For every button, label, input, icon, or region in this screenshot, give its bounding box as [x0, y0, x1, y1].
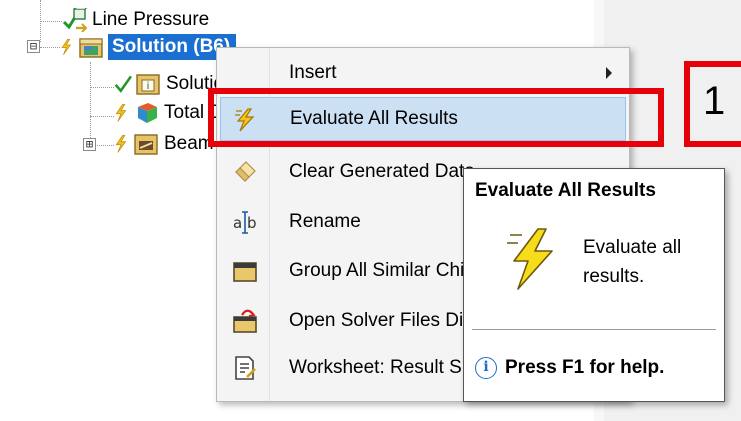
check-icon: [114, 75, 132, 93]
tree-item-label: Line Pressure: [92, 9, 210, 30]
menu-item-label: Insert: [289, 62, 337, 83]
tooltip: Evaluate All Results Evaluate all result…: [463, 168, 725, 402]
tree-connector: [90, 116, 114, 117]
tooltip-divider: [472, 329, 716, 330]
screenshot: Line Pressure ⊟ Solution (B6) i Solution…: [0, 0, 741, 421]
menu-item-label: Clear Generated Data: [289, 161, 475, 182]
rename-icon: a b: [233, 211, 257, 234]
worksheet-icon: [235, 356, 256, 380]
tree-item-solution[interactable]: Solution (B6): [60, 34, 237, 60]
tree-connector: [90, 87, 114, 88]
lightning-icon: [115, 104, 127, 122]
highlight-box-evaluate: [208, 88, 664, 147]
collapse-toggle[interactable]: ⊟: [27, 40, 40, 53]
eraser-icon: [235, 161, 256, 182]
lightning-icon: [507, 228, 553, 290]
lightning-icon: [115, 135, 127, 153]
submenu-arrow-icon: [606, 67, 612, 79]
tree-connector: [40, 21, 62, 22]
beam-tool-icon: [134, 134, 158, 155]
tooltip-body: Evaluate all results.: [583, 237, 682, 287]
tooltip-help: i Press F1 for help.: [475, 357, 664, 379]
tooltip-title: Evaluate All Results: [475, 180, 656, 201]
tree-connector: [97, 145, 114, 146]
solution-icon: [79, 38, 103, 58]
folder-icon: [233, 262, 257, 282]
open-folder-icon: [233, 309, 257, 333]
info-icon: i: [475, 357, 497, 379]
total-deformation-icon: [138, 103, 157, 123]
line-pressure-icon: [62, 8, 88, 32]
step-number-label: 1: [703, 79, 726, 123]
tree-connector: [90, 62, 91, 146]
menu-item-label: Rename: [289, 211, 361, 232]
solution-information-icon: i: [136, 74, 160, 95]
tree-connector: [40, 47, 60, 48]
svg-text:i: i: [147, 81, 150, 92]
tree-item-line-pressure[interactable]: Line Pressure: [62, 7, 209, 33]
svg-text:a: a: [233, 214, 242, 232]
lightning-icon: [61, 39, 72, 55]
svg-text:b: b: [247, 214, 257, 232]
expand-toggle[interactable]: ⊞: [83, 138, 96, 151]
tooltip-help-text: Press F1 for help.: [505, 357, 665, 378]
